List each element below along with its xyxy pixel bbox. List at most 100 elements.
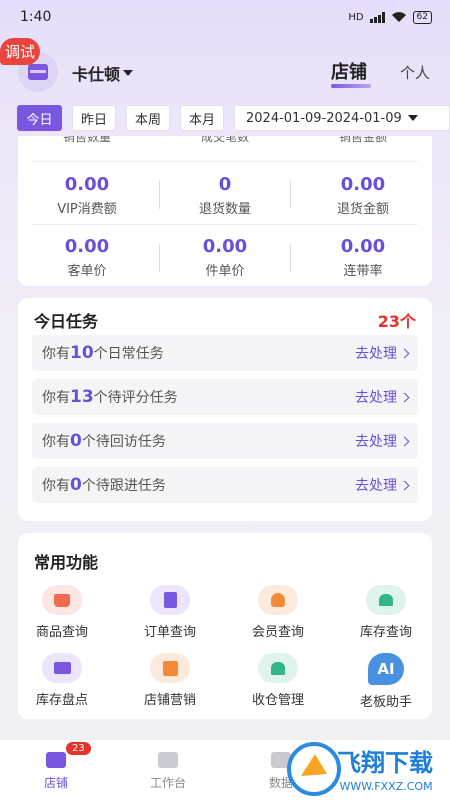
stat-label: VIP消费额 [57,202,117,217]
tasks-title: 今日任务 [34,312,99,331]
gift-icon [150,653,190,683]
func-warehouse-mgmt[interactable]: 收仓管理 [228,653,328,708]
tasks-count: 23个 [377,312,416,331]
status-bar: 1:40 HD 62 [0,0,450,34]
stat-label: 退货数量 [198,202,251,217]
task-action[interactable]: 去处理 [355,387,410,407]
task-row-daily[interactable]: 你有10个日常任务 去处理 [32,335,418,371]
store-icon [46,752,66,768]
header: 调试 卡仕顿 店铺 个人 [0,34,450,104]
tab-personal[interactable]: 个人 [400,62,430,83]
caret-down-icon [407,115,418,121]
func-label: 库存查询 [359,625,412,640]
divider [32,161,418,162]
task-row-rating[interactable]: 你有13个待评分任务 去处理 [32,379,418,415]
caret-down-icon [123,70,134,76]
task-action[interactable]: 去处理 [355,431,410,451]
warehouse-icon [366,585,406,615]
task-count: 13 [70,387,94,407]
date-yesterday-button[interactable]: 昨日 [72,105,116,131]
date-week-button[interactable]: 本周 [126,105,170,131]
chevron-right-icon [399,348,410,358]
task-suffix: 个日常任务 [93,346,164,362]
divider [290,244,291,272]
stat-value: 0.00 [202,236,248,257]
task-text: 你有10个日常任务 [42,343,164,363]
task-suffix: 个待评分任务 [93,390,178,406]
debug-badge[interactable]: 调试 [0,38,41,65]
stat-value: 0.00 [64,236,110,257]
task-text: 你有13个待评分任务 [42,387,178,407]
task-prefix: 你有 [42,390,70,406]
network-type: HD [348,11,364,23]
watermark-text: 飞翔下载 [337,749,433,777]
tab-store-indicator [331,84,371,88]
task-action-label: 去处理 [355,434,397,450]
task-prefix: 你有 [42,346,70,362]
status-icons: HD 62 [348,10,432,24]
func-order-query[interactable]: 订单查询 [120,585,220,640]
task-suffix: 个待回访任务 [81,434,166,450]
task-count: 10 [70,343,94,363]
store-name: 卡仕顿 [72,65,121,84]
stat-attach-rate: 0.00 连带率 [294,236,432,279]
stat-label: 连带率 [343,264,383,279]
stat-value: 0.00 [340,236,386,257]
task-prefix: 你有 [42,434,70,450]
tasks-card: 今日任务 23个 你有10个日常任务 去处理 你有13个待评分任务 去处理 你有… [18,298,432,521]
nav-workbench[interactable]: 工作台 [123,740,213,791]
func-stocktake[interactable]: 库存盘点 [12,653,112,708]
order-search-icon [150,585,190,615]
task-row-revisit[interactable]: 你有0个待回访任务 去处理 [32,423,418,459]
store-selector[interactable]: 卡仕顿 [72,61,134,85]
nav-label: 店铺 [43,776,68,790]
stat-label: 件单价 [205,264,245,279]
nav-store[interactable]: 23 店铺 [11,740,101,791]
date-range-value: 2024-01-09-2024-01-09 [246,110,402,126]
chevron-right-icon [399,436,410,446]
nav-label: 工作台 [149,776,186,790]
date-range-picker[interactable]: 2024-01-09-2024-01-09 [234,105,450,131]
stat-per-customer: 0.00 客单价 [18,236,156,279]
battery-icon: 62 [412,10,432,24]
watermark-url: WWW.FXXZ.COM [339,780,432,793]
task-row-followup[interactable]: 你有0个待跟进任务 去处理 [32,467,418,503]
stat-vip-amount: 0.00 VIP消费额 [18,174,156,217]
task-count: 0 [70,475,82,495]
workbench-icon [158,752,178,768]
func-stock-query[interactable]: 库存查询 [336,585,436,640]
stats-card: 销售数量 成交笔数 销售金额 0.00 VIP消费额 0 退货数量 0.00 退… [18,136,432,286]
func-label: 收仓管理 [251,693,304,708]
stat-return-qty: 0 退货数量 [156,174,294,217]
task-action-label: 去处理 [355,478,397,494]
task-suffix: 个待跟进任务 [81,478,166,494]
tab-store[interactable]: 店铺 [331,58,367,84]
stat-cut-label: 成交笔数 [200,136,249,144]
func-store-marketing[interactable]: 店铺营销 [120,653,220,708]
func-label: 商品查询 [35,625,88,640]
watermark-logo: 飞翔下载 WWW.FXXZ.COM [287,742,433,796]
chevron-right-icon [399,392,410,402]
func-label: 库存盘点 [35,693,88,708]
stat-cut-label: 销售金额 [338,136,387,144]
task-text: 你有0个待跟进任务 [42,475,166,495]
task-action[interactable]: 去处理 [355,343,410,363]
date-month-button[interactable]: 本月 [180,105,224,131]
func-member-query[interactable]: 会员查询 [228,585,328,640]
inventory-icon [42,653,82,683]
signal-icon [369,11,385,23]
nav-badge: 23 [66,742,91,755]
func-product-query[interactable]: 商品查询 [12,585,112,640]
task-action[interactable]: 去处理 [355,475,410,495]
func-boss-assistant[interactable]: AI 老板助手 [336,653,436,710]
status-time: 1:40 [20,9,52,25]
task-prefix: 你有 [42,478,70,494]
date-today-button[interactable]: 今日 [17,105,62,131]
func-label: 会员查询 [251,625,304,640]
func-label: 店铺营销 [143,693,196,708]
stat-value: 0 [218,174,232,195]
date-filter: 今日 昨日 本周 本月 2024-01-09-2024-01-09 [17,105,450,133]
stat-return-amount: 0.00 退货金额 [294,174,432,217]
task-action-label: 去处理 [355,346,397,362]
functions-card: 常用功能 商品查询 订单查询 会员查询 库存查询 库存盘点 店铺营销 收仓管理 … [18,533,432,719]
